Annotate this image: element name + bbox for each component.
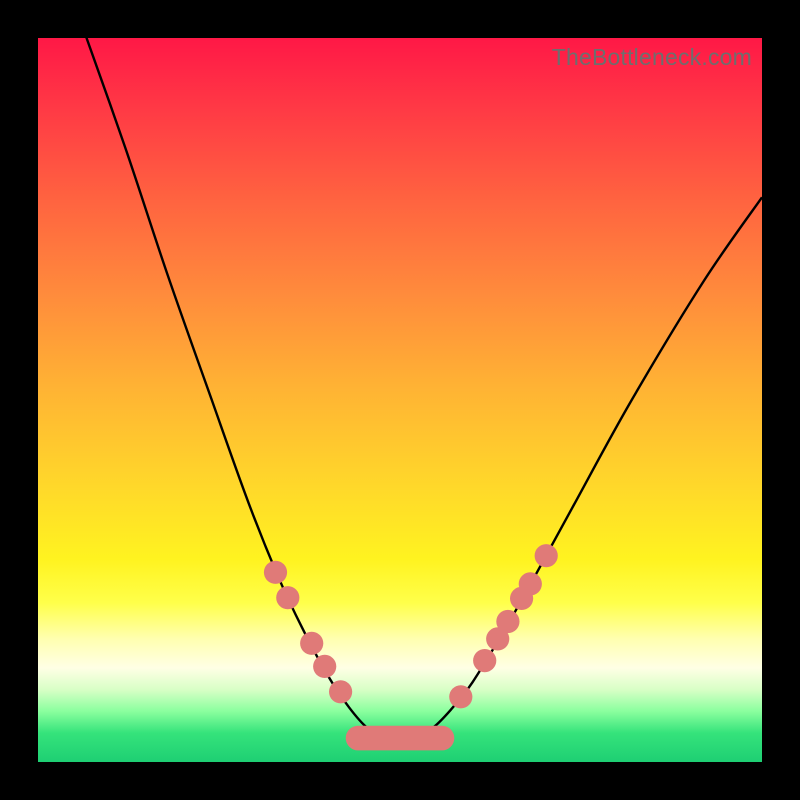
chart-frame: TheBottleneck.com bbox=[0, 0, 800, 800]
bottleneck-curve bbox=[81, 24, 762, 741]
bead-marker bbox=[300, 632, 323, 655]
plot-area: TheBottleneck.com bbox=[38, 38, 762, 762]
valley-pill bbox=[346, 726, 455, 751]
bead-marker bbox=[449, 685, 472, 708]
bead-marker bbox=[313, 655, 336, 678]
bead-marker bbox=[496, 610, 519, 633]
bead-marker bbox=[264, 561, 287, 584]
bead-marker bbox=[535, 544, 558, 567]
bead-marker bbox=[473, 649, 496, 672]
bead-marker bbox=[329, 680, 352, 703]
chart-overlay bbox=[38, 38, 762, 762]
bead-marker bbox=[276, 586, 299, 609]
bead-marker bbox=[519, 572, 542, 595]
curve-beads bbox=[264, 544, 558, 750]
